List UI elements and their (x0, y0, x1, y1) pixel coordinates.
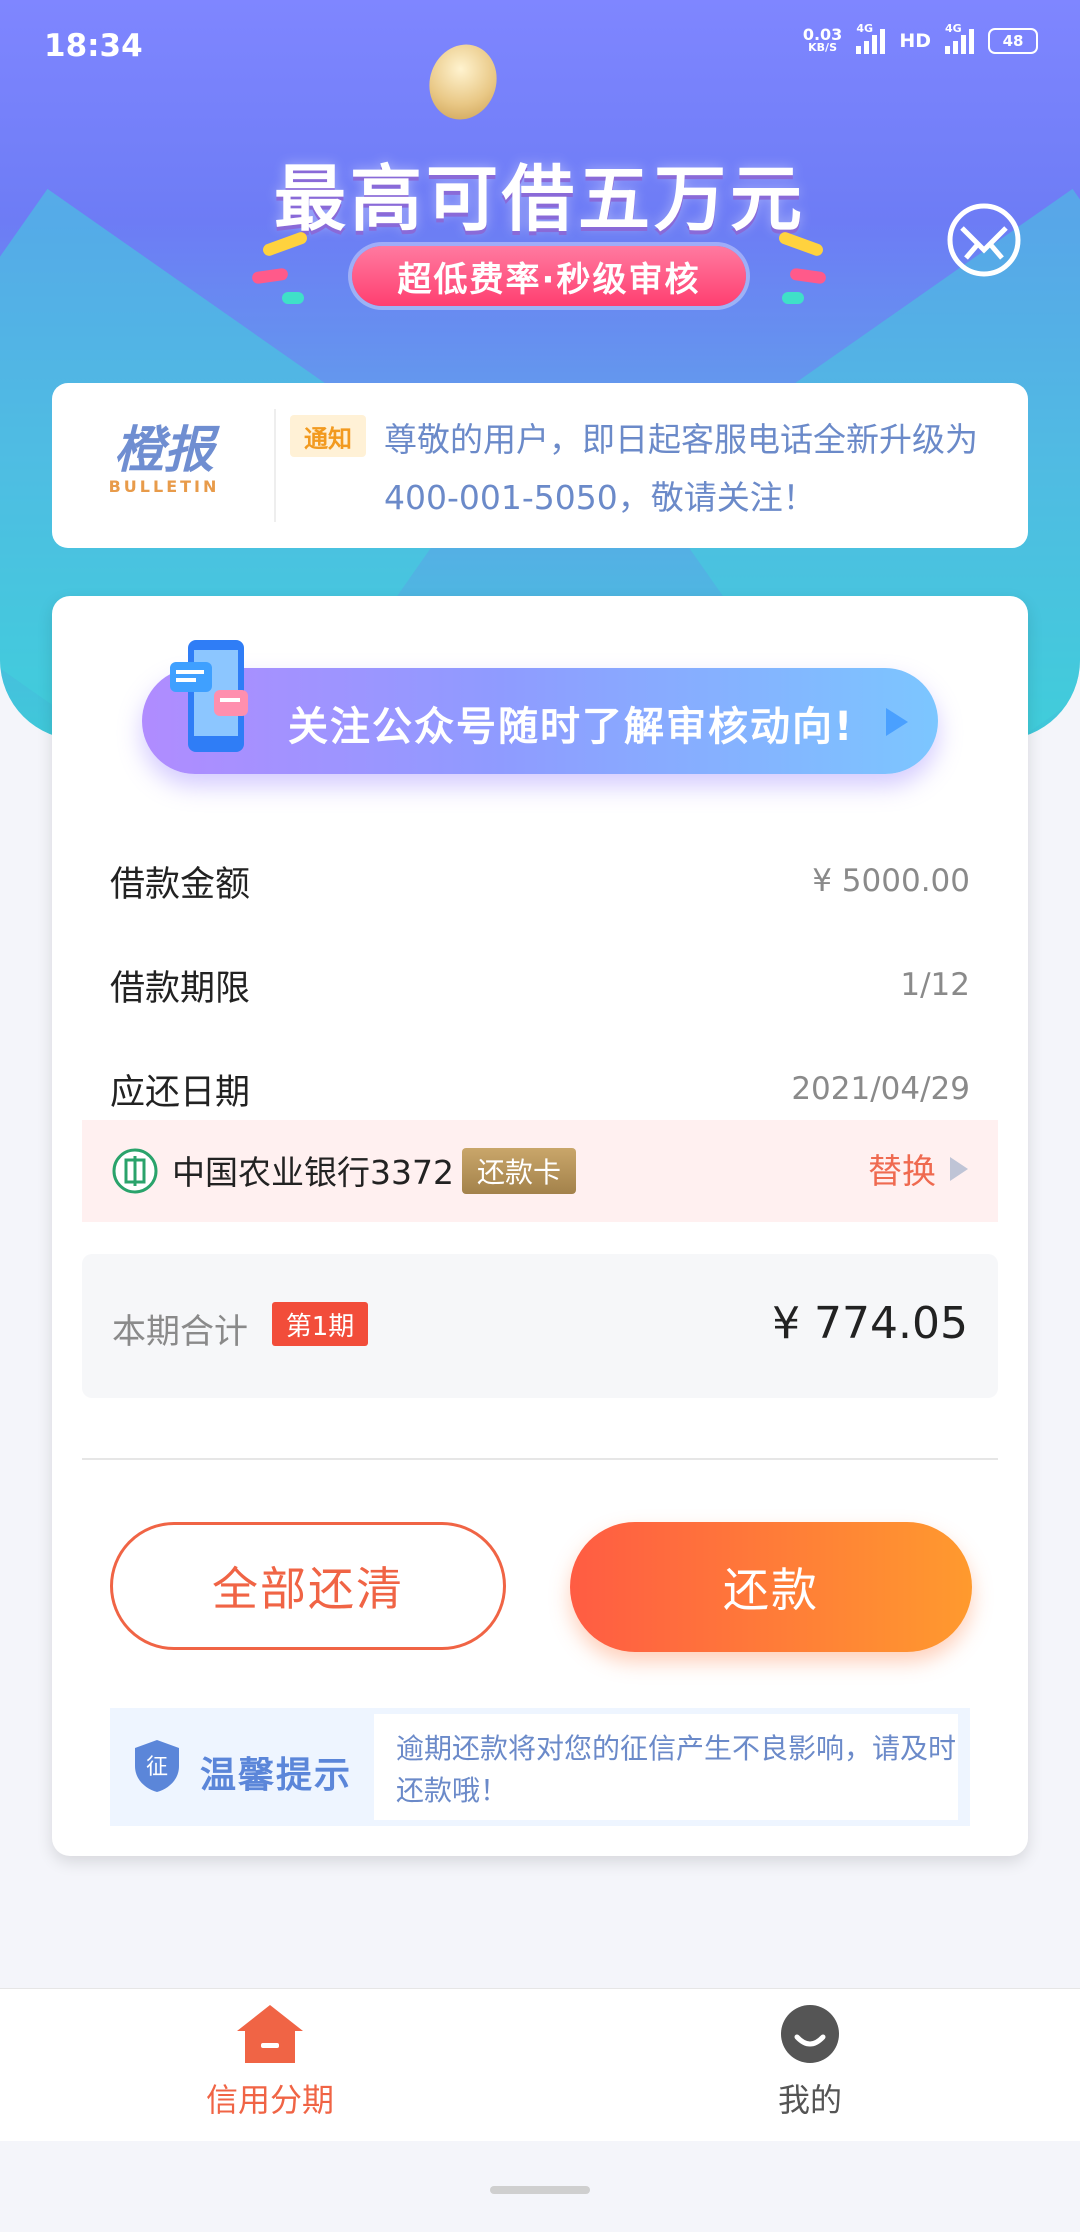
status-time: 18:34 (44, 28, 143, 64)
bulletin-logo-cn: 橙报 (114, 421, 214, 479)
tab-mine[interactable]: 我的 (660, 2003, 960, 2121)
confetti-icon (782, 292, 804, 304)
repayment-card: 关注公众号随时了解审核动向! 借款金额 ¥ 5000.00 借款期限 1/12 … (52, 596, 1028, 1856)
hd-icon: HD (899, 30, 931, 52)
home-indicator[interactable] (490, 2186, 590, 2194)
row-value: 1/12 (900, 967, 970, 1003)
warm-tip: 征 温馨提示 逾期还款将对您的征信产生不良影响，请及时还款哦！ (110, 1708, 970, 1826)
play-arrow-icon (886, 708, 908, 736)
net-speed-unit: KB/S (808, 41, 837, 54)
confetti-icon (282, 292, 304, 304)
shield-icon: 征 (135, 1740, 179, 1792)
period-total: 本期合计 第1期 ¥ 774.05 (82, 1254, 998, 1398)
repayment-bank-row: 中国农业银行3372 还款卡 替换 (82, 1120, 998, 1222)
pay-all-button[interactable]: 全部还清 (110, 1522, 506, 1650)
loan-term-row: 借款期限 1/12 (110, 960, 970, 1010)
bulletin-logo: 橙报 BULLETIN (108, 423, 220, 496)
chevron-right-icon (950, 1156, 968, 1181)
banner-text: 关注公众号随时了解审核动向! (288, 704, 855, 750)
tip-body: 逾期还款将对您的征信产生不良影响，请及时还款哦！ (374, 1714, 958, 1820)
network-label: 4G (856, 22, 873, 35)
shield-label: 征 (146, 1755, 168, 1780)
status-bar: 18:34 0.03 KB/S 4G HD 4G 48 (0, 0, 1080, 90)
notice-text: 尊敬的用户，即日起客服电话全新升级为400-001-5050，敬请关注！ (384, 420, 978, 517)
tip-text: 逾期还款将对您的征信产生不良影响，请及时还款哦！ (396, 1732, 957, 1807)
divider (82, 1458, 998, 1460)
bulletin-logo-en: BULLETIN (108, 477, 220, 496)
period-badge: 第1期 (272, 1302, 368, 1346)
loan-amount-row: 借款金额 ¥ 5000.00 (110, 856, 970, 906)
due-date-row: 应还日期 2021/04/29 (110, 1064, 970, 1114)
pay-button[interactable]: 还款 (570, 1522, 972, 1652)
row-label: 借款期限 (110, 968, 251, 1009)
tab-label: 我的 (777, 2081, 842, 2119)
hero-subtitle: 超低费率·秒级审核 (352, 246, 746, 306)
message-icon[interactable] (946, 202, 1022, 278)
hero-headline: 最高可借五万元 (273, 157, 806, 241)
repayment-card-tag: 还款卡 (462, 1148, 576, 1194)
bottom-tab-bar: 信用分期 我的 (0, 1988, 1080, 2141)
swap-label: 替换 (868, 1152, 936, 1192)
network-label: 4G (945, 22, 962, 35)
tab-credit-installment[interactable]: 信用分期 (120, 2003, 420, 2121)
bulletin-divider (274, 409, 276, 522)
confetti-icon (789, 267, 827, 285)
user-icon (781, 2005, 839, 2063)
row-label: 借款金额 (110, 864, 251, 905)
row-value: ¥ 5000.00 (812, 863, 970, 899)
swap-card-button[interactable]: 替换 (868, 1144, 968, 1193)
notice-tag: 通知 (290, 415, 366, 457)
confetti-icon (251, 267, 289, 285)
total-amount: ¥ 774.05 (772, 1298, 968, 1349)
bulletin-card[interactable]: 橙报 BULLETIN 通知 尊敬的用户，即日起客服电话全新升级为400-001… (52, 383, 1028, 548)
phone-chat-icon (170, 640, 248, 752)
tab-label: 信用分期 (205, 2081, 334, 2119)
home-icon (237, 2005, 303, 2063)
abc-bank-icon (112, 1148, 158, 1194)
row-value: 2021/04/29 (791, 1071, 970, 1107)
battery-icon: 48 (988, 28, 1038, 54)
tip-title: 温馨提示 (200, 1755, 353, 1796)
row-label: 应还日期 (110, 1072, 251, 1113)
net-speed: 0.03 (802, 25, 843, 44)
total-label: 本期合计 (112, 1312, 248, 1352)
follow-official-account-banner[interactable]: 关注公众号随时了解审核动向! (142, 668, 938, 774)
bank-name: 中国农业银行3372 (172, 1153, 454, 1192)
